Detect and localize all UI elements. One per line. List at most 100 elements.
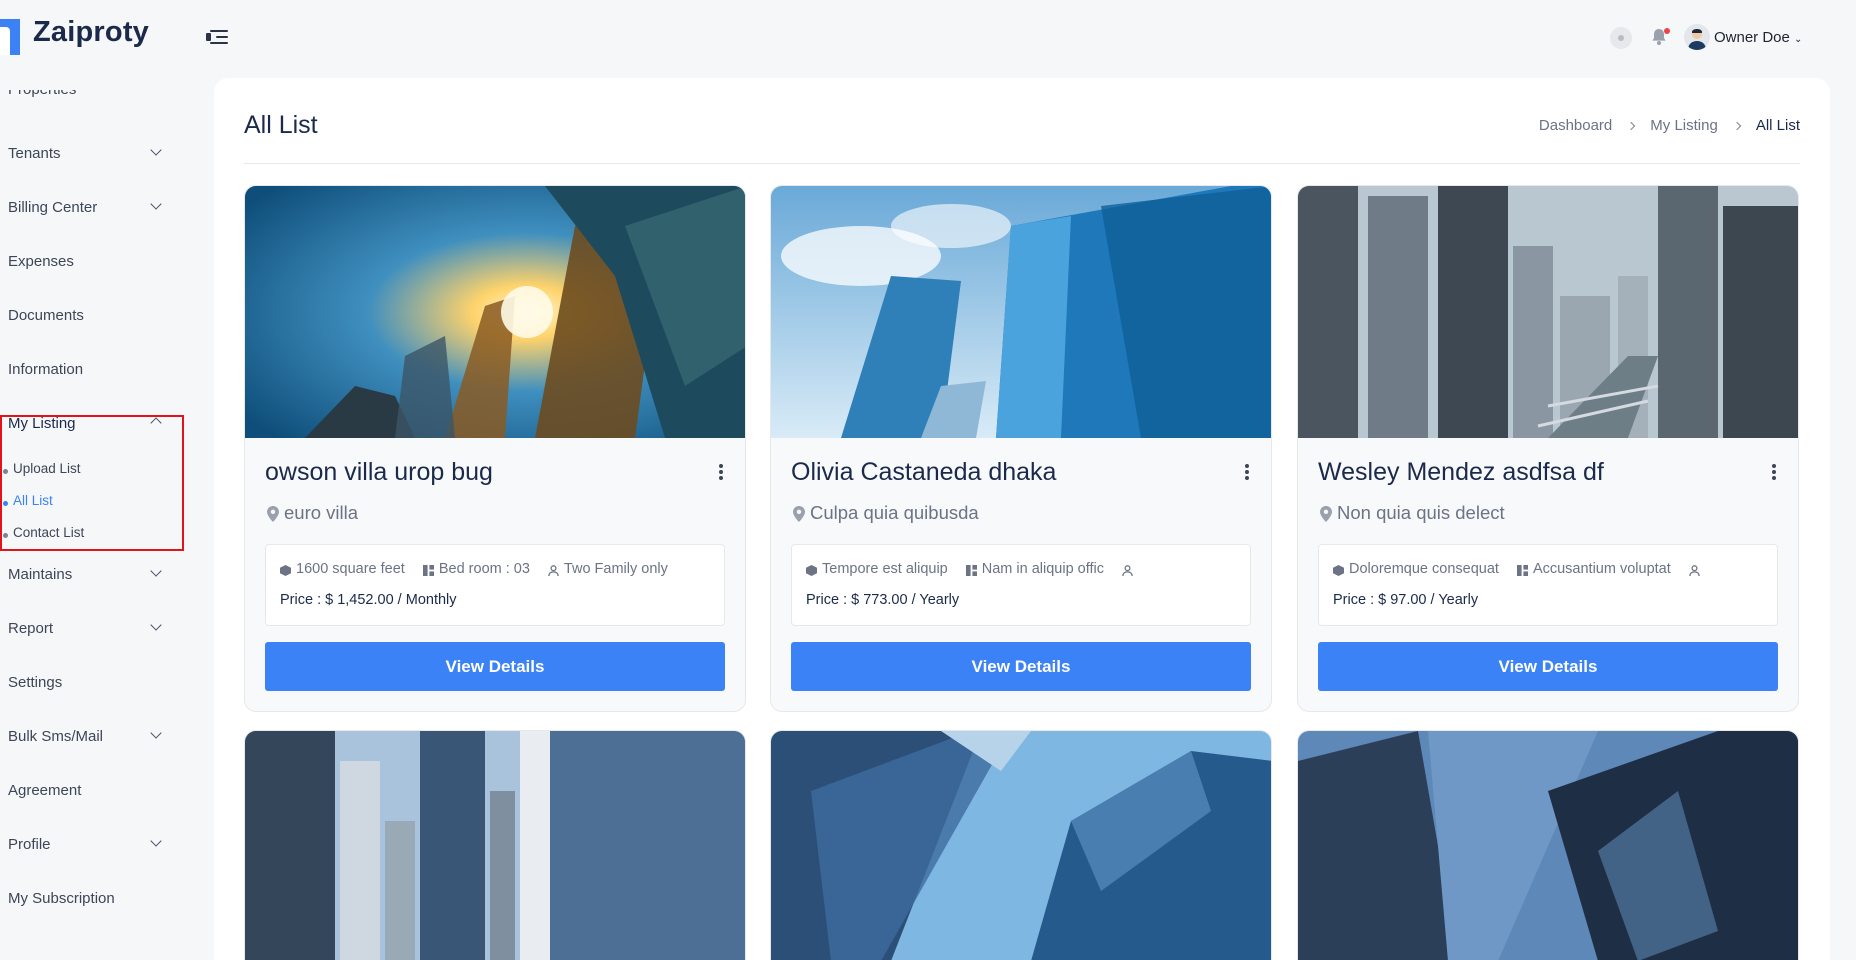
- chevron-right-icon: [1732, 121, 1742, 130]
- sidebar-item-report[interactable]: Report: [8, 620, 53, 637]
- breadcrumb-dashboard[interactable]: Dashboard: [1539, 117, 1612, 134]
- bullet-icon: [3, 501, 8, 506]
- chevron-down-icon: [150, 727, 162, 739]
- app-logo-text[interactable]: Zaiproty: [33, 16, 149, 49]
- listing-title[interactable]: Olivia Castaneda dhaka: [791, 458, 1056, 487]
- listing-info-box: 1600 square feet Bed room : 03 Two Famil…: [265, 544, 725, 626]
- listing-price: Price : $ 1,452.00 / Monthly: [280, 592, 457, 608]
- listing-image[interactable]: [245, 186, 745, 438]
- listing-card: [1297, 730, 1799, 960]
- location-pin-icon: [1320, 505, 1332, 522]
- room-icon: [965, 564, 977, 576]
- user-menu[interactable]: Owner Doe ⌄: [1714, 29, 1802, 46]
- listing-location: Culpa quia quibusda: [793, 502, 979, 524]
- sidebar-item-agreement[interactable]: Agreement: [8, 782, 81, 799]
- listing-price: Price : $ 773.00 / Yearly: [806, 592, 960, 608]
- logo-icon: [0, 19, 20, 55]
- user-icon: [548, 564, 559, 576]
- location-text: Culpa quia quibusda: [810, 502, 979, 523]
- chevron-down-icon: [150, 144, 162, 156]
- location-text: euro villa: [284, 502, 359, 523]
- avatar[interactable]: [1684, 24, 1710, 50]
- sidebar-item-settings[interactable]: Settings: [8, 674, 62, 691]
- breadcrumb: Dashboard My Listing All List: [1539, 117, 1800, 134]
- more-options-icon[interactable]: [1772, 464, 1776, 480]
- sidebar: Properties Tenants Billing Center Expens…: [0, 76, 180, 960]
- chevron-down-icon: [150, 565, 162, 577]
- listing-image[interactable]: [1298, 186, 1798, 438]
- chevron-right-icon: [1627, 121, 1636, 130]
- listing-card: Olivia Castaneda dhaka Culpa quia quibus…: [770, 185, 1272, 712]
- listing-image[interactable]: [771, 186, 1271, 438]
- sidebar-item-bulk-sms-mail[interactable]: Bulk Sms/Mail: [8, 728, 103, 745]
- notification-bell-icon[interactable]: [1649, 27, 1671, 49]
- room-icon: [1516, 564, 1528, 576]
- view-details-button[interactable]: View Details: [265, 642, 725, 691]
- more-options-icon[interactable]: [1245, 464, 1249, 480]
- divider: [244, 163, 1800, 164]
- bullet-icon: [3, 533, 8, 538]
- chevron-down-icon: [150, 198, 162, 210]
- sidebar-item-properties[interactable]: Properties: [8, 90, 76, 99]
- rooms-text: Nam in aliquip offic: [981, 561, 1104, 577]
- listing-info-box: Tempore est aliquip Nam in aliquip offic…: [791, 544, 1251, 626]
- chevron-up-icon: [150, 417, 162, 429]
- view-details-button[interactable]: View Details: [1318, 642, 1778, 691]
- listing-card: [244, 730, 746, 960]
- sidebar-item-documents[interactable]: Documents: [8, 307, 84, 324]
- location-pin-icon: [267, 505, 279, 522]
- sidebar-item-expenses[interactable]: Expenses: [8, 253, 74, 270]
- listing-card: [770, 730, 1272, 960]
- rooms-text: Bed room : 03: [438, 561, 530, 577]
- user-icon: [1122, 564, 1133, 576]
- listing-image[interactable]: [245, 731, 745, 960]
- listing-location: Non quia quis delect: [1320, 502, 1505, 524]
- chevron-down-icon: [150, 835, 162, 847]
- user-icon: [1689, 564, 1700, 576]
- location-text: Non quia quis delect: [1337, 502, 1505, 523]
- sidebar-subitem-contact-list[interactable]: Contact List: [13, 525, 84, 540]
- listing-image[interactable]: [771, 731, 1271, 960]
- listing-title[interactable]: Wesley Mendez asdfsa df: [1318, 458, 1604, 487]
- bullet-icon: [3, 469, 8, 474]
- notification-dot: [1664, 28, 1670, 34]
- listing-location: euro villa: [267, 502, 358, 524]
- rooms-text: Accusantium voluptat: [1532, 561, 1671, 577]
- sidebar-item-label: Properties: [8, 90, 76, 98]
- sidebar-item-my-listing[interactable]: My Listing: [8, 415, 76, 432]
- listing-card: Wesley Mendez asdfsa df Non quia quis de…: [1297, 185, 1799, 712]
- user-name: Owner Doe: [1714, 29, 1790, 46]
- sidebar-item-maintains[interactable]: Maintains: [8, 566, 72, 583]
- view-details-button[interactable]: View Details: [791, 642, 1251, 691]
- listing-image[interactable]: [1298, 731, 1798, 960]
- chevron-down-icon: [150, 619, 162, 631]
- sidebar-item-tenants[interactable]: Tenants: [8, 145, 61, 162]
- area-text: Tempore est aliquip: [822, 561, 948, 577]
- listing-card: owson villa urop bug euro villa 1600 squ…: [244, 185, 746, 712]
- breadcrumb-current: All List: [1755, 117, 1800, 134]
- area-icon: [806, 564, 817, 576]
- sidebar-item-my-subscription[interactable]: My Subscription: [8, 890, 115, 907]
- chevron-down-icon: ⌄: [1794, 34, 1803, 45]
- breadcrumb-my-listing[interactable]: My Listing: [1650, 117, 1718, 134]
- location-pin-icon: [793, 505, 805, 522]
- top-bar: Zaiproty Owner Doe ⌄: [0, 0, 1856, 76]
- sidebar-subitem-upload-list[interactable]: Upload List: [13, 461, 81, 476]
- area-text: Doloremque consequat: [1349, 561, 1499, 577]
- listing-info-box: Doloremque consequat Accusantium volupta…: [1318, 544, 1778, 626]
- room-icon: [422, 564, 434, 576]
- listing-price: Price : $ 97.00 / Yearly: [1333, 592, 1479, 608]
- sidebar-item-billing-center[interactable]: Billing Center: [8, 199, 97, 216]
- theme-toggle-icon[interactable]: [1610, 27, 1632, 49]
- type-text: Two Family only: [563, 561, 668, 577]
- more-options-icon[interactable]: [719, 464, 723, 480]
- area-icon: [280, 564, 291, 576]
- sidebar-subitem-all-list[interactable]: All List: [13, 493, 53, 508]
- sidebar-item-information[interactable]: Information: [8, 361, 83, 378]
- area-icon: [1333, 564, 1344, 576]
- sidebar-item-profile[interactable]: Profile: [8, 836, 51, 853]
- menu-toggle-icon[interactable]: [206, 28, 228, 48]
- area-text: 1600 square feet: [296, 561, 405, 577]
- listing-title[interactable]: owson villa urop bug: [265, 458, 493, 487]
- page-title: All List: [244, 111, 318, 139]
